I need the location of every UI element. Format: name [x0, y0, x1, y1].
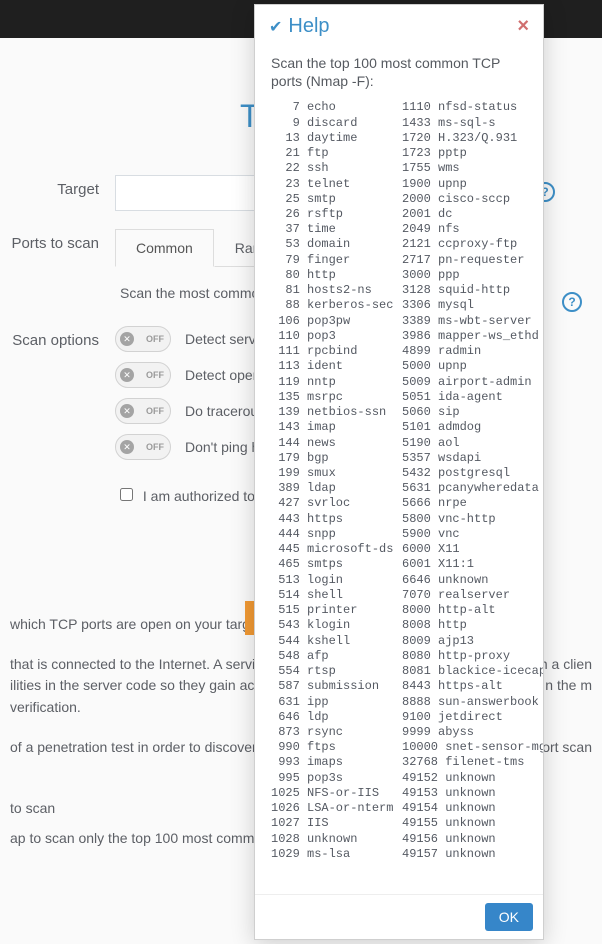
opt-detect-os: Detect oper: [185, 367, 257, 383]
check-icon: ✔: [269, 17, 282, 37]
tab-common[interactable]: Common: [115, 229, 214, 267]
close-icon: ✕: [120, 440, 134, 454]
help-icon[interactable]: ?: [562, 292, 582, 312]
scan-options-label: Scan options: [10, 326, 115, 349]
modal-intro: Scan the top 100 most common TCP ports (…: [271, 54, 527, 90]
ports-list: 7 echo 9 discard 13 daytime 21 ftp 22 ss…: [271, 100, 527, 862]
modal-header: ✔ Help ×: [255, 5, 543, 48]
target-label: Target: [10, 175, 115, 198]
help-modal: ✔ Help × Scan the top 100 most common TC…: [254, 4, 544, 940]
ports-to-scan-label: Ports to scan: [10, 229, 115, 252]
opt-traceroute: Do tracerou: [185, 403, 258, 419]
modal-title: Help: [288, 15, 517, 38]
toggle-detect-service[interactable]: ✕ OFF: [115, 326, 171, 352]
close-icon: ✕: [120, 404, 134, 418]
authorized-checkbox-label[interactable]: I am authorized to sc: [120, 488, 273, 504]
close-icon[interactable]: ×: [517, 15, 529, 38]
opt-dont-ping: Don't ping h: [185, 439, 259, 455]
toggle-traceroute[interactable]: ✕ OFF: [115, 398, 171, 424]
authorized-checkbox[interactable]: [120, 488, 133, 501]
toggle-dont-ping[interactable]: ✕ OFF: [115, 434, 171, 460]
close-icon: ✕: [120, 368, 134, 382]
ok-button[interactable]: OK: [485, 903, 533, 931]
opt-detect-service: Detect serv: [185, 331, 256, 347]
close-icon: ✕: [120, 332, 134, 346]
toggle-detect-os[interactable]: ✕ OFF: [115, 362, 171, 388]
